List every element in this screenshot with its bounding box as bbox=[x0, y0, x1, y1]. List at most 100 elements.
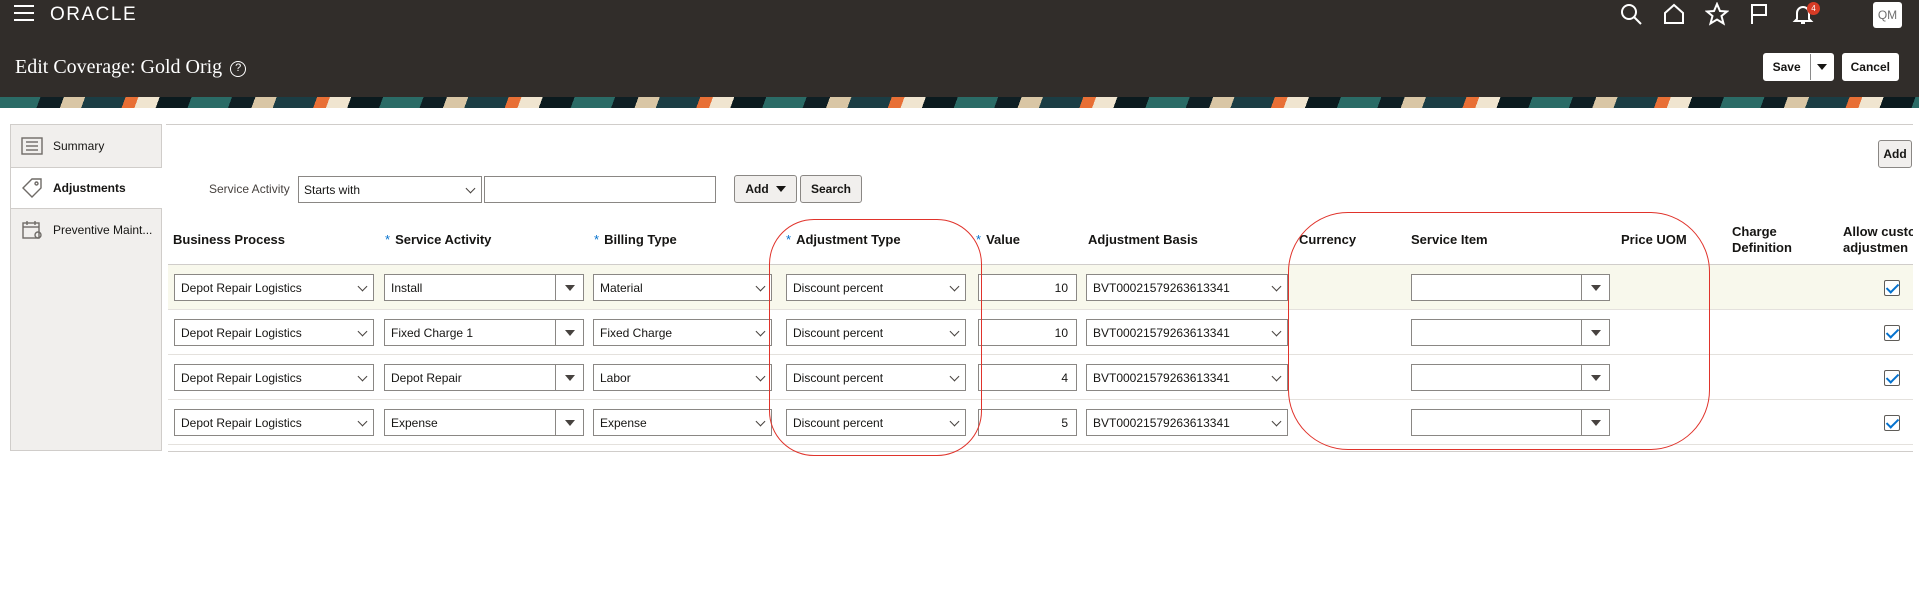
dropdown-arrow-icon[interactable] bbox=[555, 275, 583, 300]
cell-value: Install bbox=[391, 281, 423, 295]
chevron-down-icon bbox=[357, 416, 368, 427]
chevron-down-icon bbox=[755, 281, 766, 292]
service-activity-combobox[interactable]: Depot Repair bbox=[384, 364, 584, 391]
filter-operator-value: Starts with bbox=[304, 183, 361, 197]
chevron-down-icon bbox=[357, 326, 368, 337]
allow-custom-adjustment-checkbox[interactable] bbox=[1884, 415, 1900, 431]
service-activity-combobox[interactable]: Fixed Charge 1 bbox=[384, 319, 584, 346]
home-icon[interactable] bbox=[1662, 2, 1690, 28]
add-adjustment-button[interactable]: Add bbox=[1878, 140, 1912, 168]
save-options-chevron-icon[interactable] bbox=[1811, 64, 1833, 70]
user-avatar[interactable]: QM bbox=[1873, 2, 1902, 28]
table-bottom-divider bbox=[168, 451, 1913, 452]
chevron-down-icon bbox=[465, 183, 476, 194]
favorites-star-icon[interactable] bbox=[1704, 1, 1733, 28]
chevron-down-icon bbox=[357, 281, 368, 292]
allow-custom-adjustment-checkbox[interactable] bbox=[1884, 325, 1900, 341]
cell-value: Depot Repair Logistics bbox=[181, 371, 302, 385]
dropdown-arrow-icon[interactable] bbox=[555, 410, 583, 435]
required-marker: * bbox=[385, 232, 391, 247]
col-header-charge-definition[interactable]: Charge Definition bbox=[1732, 224, 1792, 256]
dropdown-arrow-icon[interactable] bbox=[555, 320, 583, 345]
business-process-select[interactable]: Depot Repair Logistics bbox=[174, 274, 374, 301]
side-tab-label: Preventive Maint... bbox=[53, 223, 153, 237]
global-header: ORACLE 4 QM Edit Coverage: Gold Orig? Sa… bbox=[0, 0, 1919, 97]
chevron-down-icon bbox=[755, 371, 766, 382]
side-tab-preventive-maintenance[interactable]: Preventive Maint... bbox=[11, 209, 161, 251]
col-header-service-activity[interactable]: * Service Activity bbox=[385, 232, 491, 248]
value-input[interactable]: 10 bbox=[978, 319, 1077, 346]
filter-operator-select[interactable]: Starts with bbox=[298, 176, 482, 203]
chevron-down-icon bbox=[357, 371, 368, 382]
save-button[interactable]: Save bbox=[1764, 54, 1811, 80]
side-tab-label: Summary bbox=[53, 139, 105, 153]
adjustment-basis-select[interactable]: BVT00021579263613341 bbox=[1086, 364, 1288, 391]
col-header-adjustment-basis[interactable]: Adjustment Basis bbox=[1088, 232, 1198, 248]
decorative-banner bbox=[0, 97, 1919, 108]
filter-add-button[interactable]: Add bbox=[734, 175, 797, 203]
tag-icon bbox=[21, 178, 43, 198]
highlight-outline-adjustment-type bbox=[769, 219, 982, 456]
page-title: Edit Coverage: Gold Orig? bbox=[15, 56, 247, 79]
col-header-value[interactable]: * Value bbox=[976, 232, 1020, 248]
side-tab-label: Adjustments bbox=[53, 181, 126, 195]
content-top-divider bbox=[166, 124, 1913, 125]
cell-value: Material bbox=[600, 281, 643, 295]
col-header-line: adjustmen bbox=[1843, 240, 1909, 255]
dropdown-arrow-icon bbox=[775, 186, 786, 192]
business-process-select[interactable]: Depot Repair Logistics bbox=[174, 364, 374, 391]
adjustment-basis-select[interactable]: BVT00021579263613341 bbox=[1086, 409, 1288, 436]
cell-value: BVT00021579263613341 bbox=[1093, 326, 1230, 340]
chevron-down-icon bbox=[1271, 371, 1282, 382]
col-header-label: Billing Type bbox=[604, 232, 677, 247]
adjustment-basis-select[interactable]: BVT00021579263613341 bbox=[1086, 319, 1288, 346]
chevron-down-icon bbox=[1271, 416, 1282, 427]
value-input[interactable]: 4 bbox=[978, 364, 1077, 391]
business-process-select[interactable]: Depot Repair Logistics bbox=[174, 409, 374, 436]
cell-value: BVT00021579263613341 bbox=[1093, 371, 1230, 385]
chevron-down-icon bbox=[1271, 326, 1282, 337]
col-header-allow-custom-adjustment[interactable]: Allow custo adjustmen bbox=[1843, 224, 1913, 256]
search-icon[interactable] bbox=[1619, 2, 1647, 28]
service-activity-combobox[interactable]: Expense bbox=[384, 409, 584, 436]
cell-value: BVT00021579263613341 bbox=[1093, 281, 1230, 295]
required-marker: * bbox=[594, 232, 600, 247]
header-actions: Save Cancel bbox=[1762, 53, 1899, 81]
col-header-line: Allow custo bbox=[1843, 224, 1913, 239]
billing-type-select[interactable]: Fixed Charge bbox=[593, 319, 772, 346]
search-button[interactable]: Search bbox=[800, 175, 862, 203]
col-header-label: Service Activity bbox=[395, 232, 492, 247]
filter-value-input[interactable] bbox=[484, 176, 716, 203]
side-tab-summary[interactable]: Summary bbox=[11, 125, 161, 167]
col-header-label: Value bbox=[986, 232, 1021, 247]
oracle-logo[interactable]: ORACLE bbox=[50, 4, 137, 26]
help-icon[interactable]: ? bbox=[230, 61, 247, 77]
col-header-business-process[interactable]: Business Process bbox=[173, 232, 285, 248]
cancel-button[interactable]: Cancel bbox=[1841, 53, 1899, 81]
cell-value: Expense bbox=[600, 416, 647, 430]
summary-icon bbox=[21, 136, 43, 156]
allow-custom-adjustment-checkbox[interactable] bbox=[1884, 370, 1900, 386]
menu-icon[interactable] bbox=[14, 5, 34, 23]
dropdown-arrow-icon[interactable] bbox=[555, 365, 583, 390]
cell-value: Fixed Charge bbox=[600, 326, 673, 340]
business-process-select[interactable]: Depot Repair Logistics bbox=[174, 319, 374, 346]
billing-type-select[interactable]: Material bbox=[593, 274, 772, 301]
service-activity-combobox[interactable]: Install bbox=[384, 274, 584, 301]
col-header-billing-type[interactable]: * Billing Type bbox=[594, 232, 677, 248]
notifications-bell-icon[interactable]: 4 bbox=[1791, 2, 1820, 28]
adjustment-basis-select[interactable]: BVT00021579263613341 bbox=[1086, 274, 1288, 301]
cell-value: Depot Repair Logistics bbox=[181, 281, 302, 295]
chevron-down-icon bbox=[755, 416, 766, 427]
allow-custom-adjustment-checkbox[interactable] bbox=[1884, 280, 1900, 296]
billing-type-select[interactable]: Labor bbox=[593, 364, 772, 391]
notification-count-badge: 4 bbox=[1807, 2, 1820, 15]
side-tab-adjustments[interactable]: Adjustments bbox=[11, 167, 162, 209]
cell-value: Depot Repair Logistics bbox=[181, 326, 302, 340]
save-split-button: Save bbox=[1762, 53, 1834, 81]
value-input[interactable]: 10 bbox=[978, 274, 1077, 301]
billing-type-select[interactable]: Expense bbox=[593, 409, 772, 436]
flag-icon[interactable] bbox=[1748, 2, 1776, 28]
filter-label: Service Activity bbox=[209, 182, 290, 196]
value-input[interactable]: 5 bbox=[978, 409, 1077, 436]
